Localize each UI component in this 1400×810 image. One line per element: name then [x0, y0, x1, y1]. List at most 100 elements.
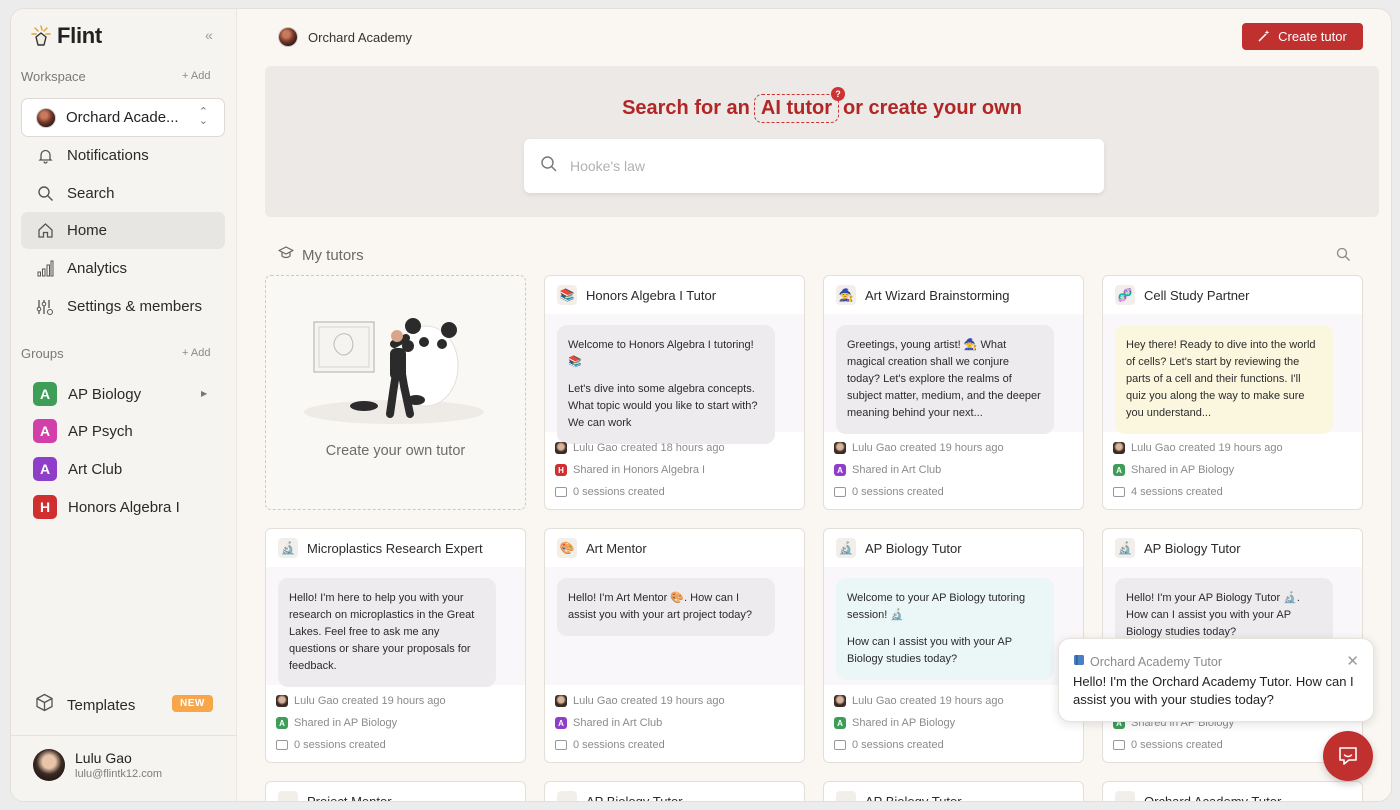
sessions-text: 4 sessions created — [1131, 486, 1223, 498]
tutor-card[interactable]: 🔬 Microplastics Research Expert Hello! I… — [265, 528, 526, 763]
chat-launcher-button[interactable] — [1323, 731, 1373, 781]
book-icon — [1073, 654, 1085, 669]
create-own-tutor-card[interactable]: Create your own tutor — [265, 275, 526, 510]
workspace-selector[interactable]: Orchard Acade... ⌃ ⌄ — [21, 98, 225, 137]
tutor-card-creator: Lulu Gao created 19 hours ago — [555, 695, 725, 707]
tutor-card-partial[interactable]: AP Biology Tutor — [823, 781, 1084, 801]
group-label: AP Biology — [68, 385, 142, 403]
tutor-card-creator: Lulu Gao created 19 hours ago — [834, 442, 1004, 454]
nav-home[interactable]: Home — [21, 212, 225, 249]
tutor-message-bubble: Hey there! Ready to dive into the world … — [1115, 325, 1333, 434]
creator-avatar — [834, 442, 846, 454]
search-tutors-icon[interactable] — [1336, 247, 1351, 267]
user-email: lulu@flintk12.com — [75, 768, 162, 780]
group-ap-psych[interactable]: A AP Psych — [33, 419, 133, 443]
group-label: Honors Algebra I — [68, 498, 180, 516]
shared-text: Shared in Honors Algebra I — [573, 464, 706, 476]
collapse-sidebar-icon[interactable]: « — [205, 27, 213, 43]
help-badge[interactable]: ? — [830, 87, 845, 101]
group-badge: A — [33, 419, 57, 443]
shared-text: Shared in AP Biology — [294, 717, 398, 729]
sessions-icon — [276, 740, 288, 750]
tutor-message-text: Hello! I'm Art Mentor 🎨. How can I assis… — [568, 592, 753, 621]
creator-avatar — [555, 442, 567, 454]
tutor-card-shared: A Shared in AP Biology — [834, 717, 955, 729]
tutor-card-header: Orchard Academy Tutor — [1115, 791, 1281, 801]
create-own-tutor-label: Create your own tutor — [325, 443, 466, 459]
tutor-card-preview: Hello! I'm Art Mentor 🎨. How can I assis… — [545, 567, 804, 685]
tutor-card-header: 🔬 AP Biology Tutor — [836, 538, 962, 558]
tutor-card[interactable]: 🎨 Art Mentor Hello! I'm Art Mentor 🎨. Ho… — [544, 528, 805, 763]
user-name: Lulu Gao — [75, 750, 132, 766]
tutor-card-shared: A Shared in AP Biology — [1113, 464, 1234, 476]
group-mini-badge: A — [276, 717, 288, 729]
creator-text: Lulu Gao created 19 hours ago — [294, 695, 446, 707]
nav-search[interactable]: Search — [21, 175, 225, 212]
tutor-card-shared: A Shared in Art Club — [834, 464, 941, 476]
create-tutor-label: Create tutor — [1278, 29, 1347, 44]
tutor-emoji-icon: 🎨 — [557, 538, 577, 558]
sessions-icon — [834, 740, 846, 750]
workspace-label: Workspace — [21, 69, 86, 84]
tutor-card-title: AP Biology Tutor — [865, 540, 962, 556]
tutor-card-creator: Lulu Gao created 19 hours ago — [1113, 442, 1283, 454]
tutor-search-input[interactable] — [570, 158, 1070, 174]
tutor-card-sessions: 0 sessions created — [276, 739, 386, 751]
tutor-emoji-icon: 🔬 — [836, 538, 856, 558]
tutor-card-title: AP Biology Tutor — [586, 793, 683, 802]
tutor-card[interactable]: 🧙 Art Wizard Brainstorming Greetings, yo… — [823, 275, 1084, 510]
tutor-message-bubble: Welcome to your AP Biology tutoring sess… — [836, 578, 1054, 680]
chat-popup[interactable]: Orchard Academy Tutor ✕ Hello! I'm the O… — [1058, 638, 1374, 722]
panda-illustration — [304, 318, 484, 424]
group-honors-algebra[interactable]: H Honors Algebra I — [33, 495, 180, 519]
tutor-card-partial[interactable]: Orchard Academy Tutor — [1102, 781, 1363, 801]
create-tutor-button[interactable]: Create tutor — [1242, 23, 1363, 50]
flint-logo-icon — [31, 24, 51, 48]
add-group-button[interactable]: + Add — [182, 347, 210, 359]
tutor-card-creator: Lulu Gao created 19 hours ago — [834, 695, 1004, 707]
hero-title-after: or create your own — [842, 97, 1022, 119]
group-label: Art Club — [68, 460, 123, 478]
workspace-avatar — [36, 107, 56, 128]
sessions-text: 0 sessions created — [573, 739, 665, 751]
creator-text: Lulu Gao created 18 hours ago — [573, 442, 725, 454]
settings-sliders-icon — [36, 298, 54, 316]
nav-settings-label: Settings & members — [67, 298, 203, 315]
tutor-card-partial[interactable]: AP Biology Tutor — [544, 781, 805, 802]
tutor-card-sessions: 0 sessions created — [834, 486, 944, 498]
nav-templates[interactable]: Templates — [35, 693, 135, 717]
nav-settings[interactable]: Settings & members — [21, 288, 225, 325]
tutor-card-partial[interactable]: Project Mentor — [265, 781, 526, 801]
nav-analytics[interactable]: Analytics — [21, 250, 225, 287]
my-tutors-heading: My tutors — [278, 246, 364, 265]
group-art-club[interactable]: A Art Club — [33, 457, 122, 481]
group-ap-biology[interactable]: A AP Biology — [33, 382, 141, 406]
tutor-card[interactable]: 🧬 Cell Study Partner Hey there! Ready to… — [1102, 275, 1363, 510]
app-name: Flint — [57, 23, 102, 48]
brand[interactable]: Flint — [31, 23, 102, 49]
tutor-search-box[interactable] — [524, 139, 1104, 193]
nav-notifications[interactable]: Notifications — [21, 137, 225, 174]
tutor-card[interactable]: 📚 Honors Algebra I Tutor Welcome to Hono… — [544, 275, 805, 510]
tutor-emoji-icon: 🧙 — [836, 285, 856, 305]
tutor-card-header: 🧬 Cell Study Partner — [1115, 285, 1250, 305]
tutor-card[interactable]: 🔬 AP Biology Tutor Welcome to your AP Bi… — [823, 528, 1084, 763]
expand-arrow-icon[interactable]: ▶ — [201, 389, 207, 398]
avatar — [33, 749, 65, 781]
close-icon[interactable]: ✕ — [1346, 652, 1359, 670]
tutor-message-text-2: Let's dive into some algebra concepts. W… — [568, 383, 758, 429]
tutor-card-sessions: 0 sessions created — [1113, 739, 1223, 751]
analytics-icon — [36, 260, 54, 278]
tutor-message-bubble: Hello! I'm here to help you with your re… — [278, 578, 496, 687]
user-profile[interactable]: Lulu Gao lulu@flintk12.com — [33, 749, 162, 781]
creator-text: Lulu Gao created 19 hours ago — [1131, 442, 1283, 454]
add-workspace-button[interactable]: + Add — [182, 70, 210, 82]
tutor-message-bubble: Hello! I'm Art Mentor 🎨. How can I assis… — [557, 578, 775, 636]
group-mini-badge: A — [834, 717, 846, 729]
my-tutors-title: My tutors — [302, 247, 364, 264]
bell-icon — [36, 147, 54, 165]
creator-avatar — [834, 695, 846, 707]
app-window: Flint « Workspace + Add Orchard Acade...… — [10, 8, 1392, 802]
org-breadcrumb[interactable]: Orchard Academy — [278, 27, 412, 47]
tutor-message-bubble: Welcome to Honors Algebra I tutoring! 📚 … — [557, 325, 775, 444]
